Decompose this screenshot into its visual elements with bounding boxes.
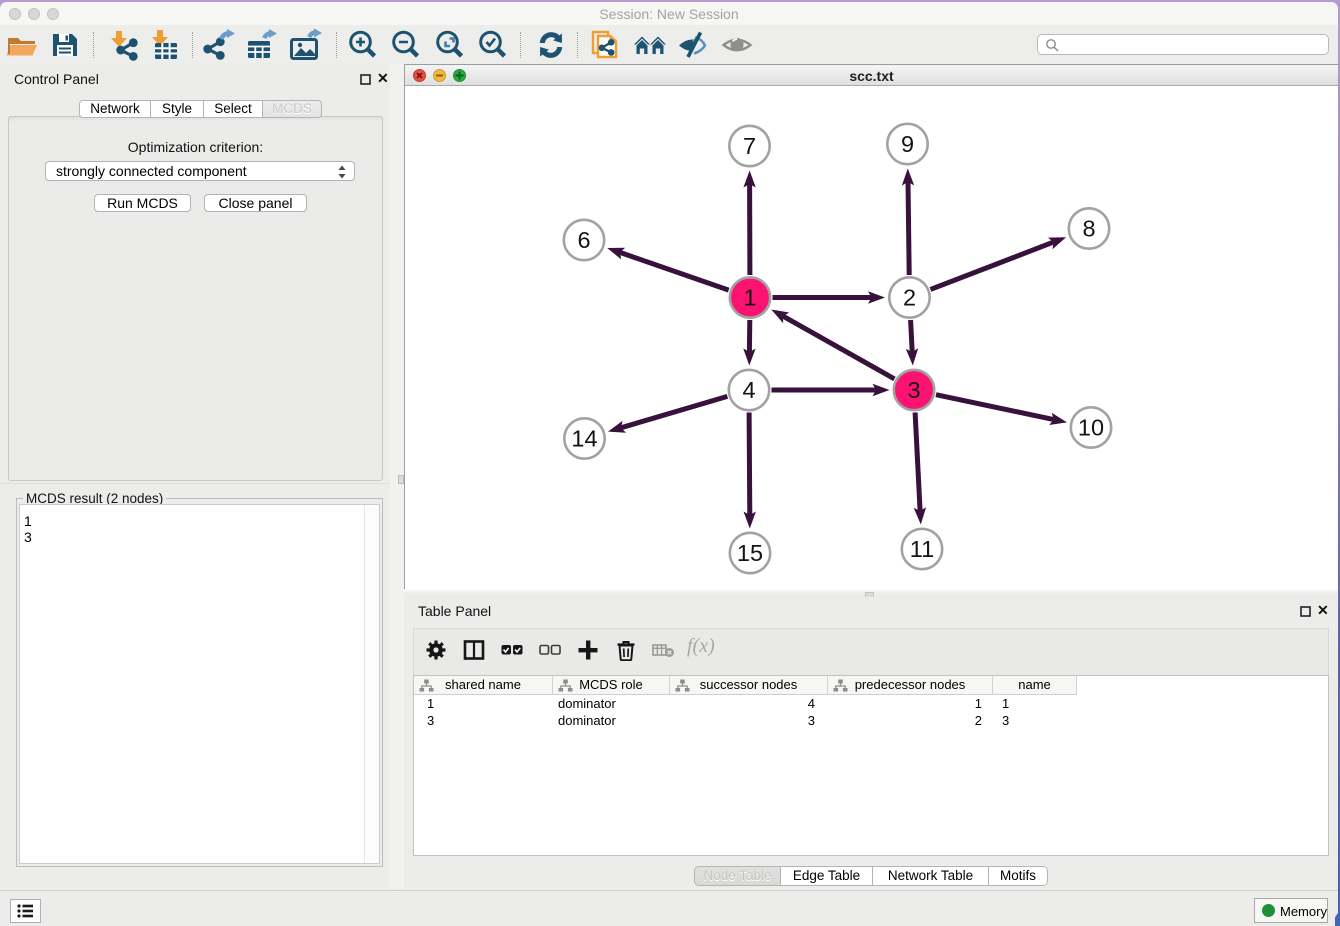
svg-text:1: 1 xyxy=(743,285,756,311)
svg-text:3: 3 xyxy=(907,377,920,403)
svg-text:4: 4 xyxy=(742,377,755,403)
svg-text:8: 8 xyxy=(1082,216,1095,242)
svg-text:6: 6 xyxy=(577,227,590,253)
svg-text:7: 7 xyxy=(743,133,756,159)
svg-text:15: 15 xyxy=(737,540,763,566)
svg-text:10: 10 xyxy=(1078,415,1104,441)
svg-text:14: 14 xyxy=(571,426,597,452)
svg-text:11: 11 xyxy=(910,536,934,562)
svg-text:2: 2 xyxy=(903,285,916,311)
svg-text:9: 9 xyxy=(901,131,914,157)
